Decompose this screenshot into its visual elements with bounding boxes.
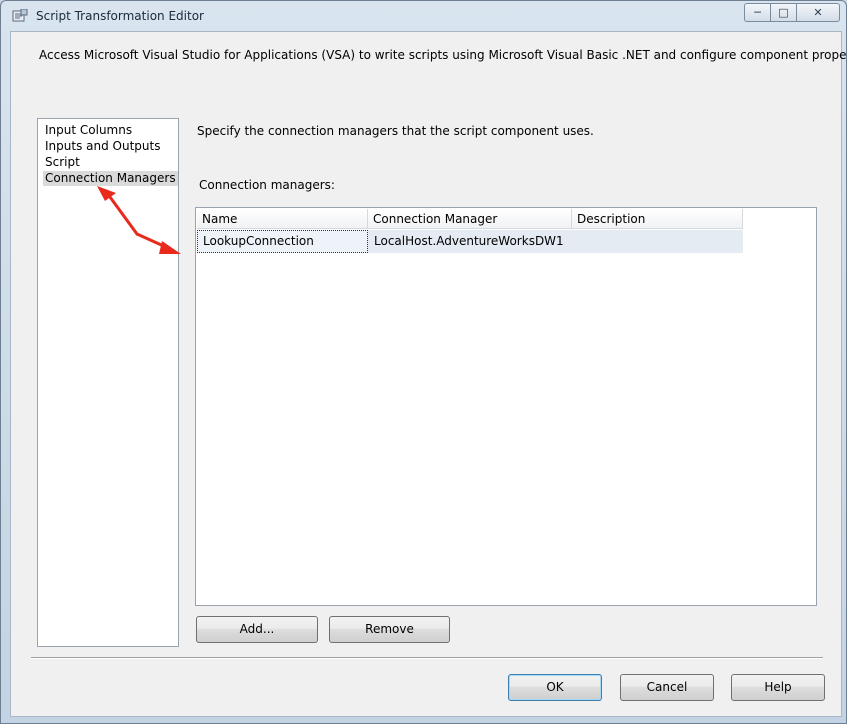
window-title: Script Transformation Editor [36, 9, 204, 23]
column-header-description[interactable]: Description [572, 209, 743, 229]
dialog-client-area: Access Microsoft Visual Studio for Appli… [10, 31, 847, 717]
title-bar: Script Transformation Editor ─ □ ✕ [1, 1, 846, 31]
maximize-button[interactable]: □ [770, 3, 796, 22]
cell-name[interactable]: LookupConnection [197, 230, 368, 253]
nav-item-input-columns[interactable]: Input Columns [43, 123, 134, 138]
footer-divider [31, 657, 823, 659]
connection-managers-grid[interactable]: Name Connection Manager Description Look… [195, 207, 817, 606]
maximize-icon: □ [778, 6, 789, 19]
grid-header: Name Connection Manager Description [197, 209, 743, 229]
cell-connection-manager[interactable]: LocalHost.AdventureWorksDW1 [368, 230, 572, 253]
minimize-button[interactable]: ─ [744, 3, 770, 22]
nav-item-connection-managers[interactable]: Connection Managers [43, 171, 178, 186]
close-button[interactable]: ✕ [796, 3, 840, 22]
table-row[interactable]: LookupConnection LocalHost.AdventureWork… [197, 230, 743, 253]
help-button[interactable]: Help [731, 674, 825, 701]
connection-managers-label: Connection managers: [199, 178, 335, 192]
remove-button[interactable]: Remove [329, 616, 450, 643]
minimize-icon: ─ [754, 6, 761, 19]
cancel-button[interactable]: Cancel [620, 674, 714, 701]
cell-description[interactable] [572, 230, 743, 253]
nav-item-inputs-and-outputs[interactable]: Inputs and Outputs [43, 139, 162, 154]
add-button[interactable]: Add... [196, 616, 318, 643]
close-icon: ✕ [813, 6, 823, 19]
ok-button[interactable]: OK [508, 674, 602, 701]
page-instruction: Specify the connection managers that the… [197, 124, 594, 138]
nav-item-script[interactable]: Script [43, 155, 82, 170]
page-navigation-list: Input Columns Inputs and Outputs Script … [37, 118, 179, 647]
column-header-name[interactable]: Name [197, 209, 368, 229]
window-controls: ─ □ ✕ [744, 3, 840, 22]
script-transformation-editor-window: Script Transformation Editor ─ □ ✕ Acces… [0, 0, 847, 724]
column-header-connection-manager[interactable]: Connection Manager [368, 209, 572, 229]
script-editor-icon [12, 8, 28, 23]
editor-description: Access Microsoft Visual Studio for Appli… [39, 48, 847, 62]
